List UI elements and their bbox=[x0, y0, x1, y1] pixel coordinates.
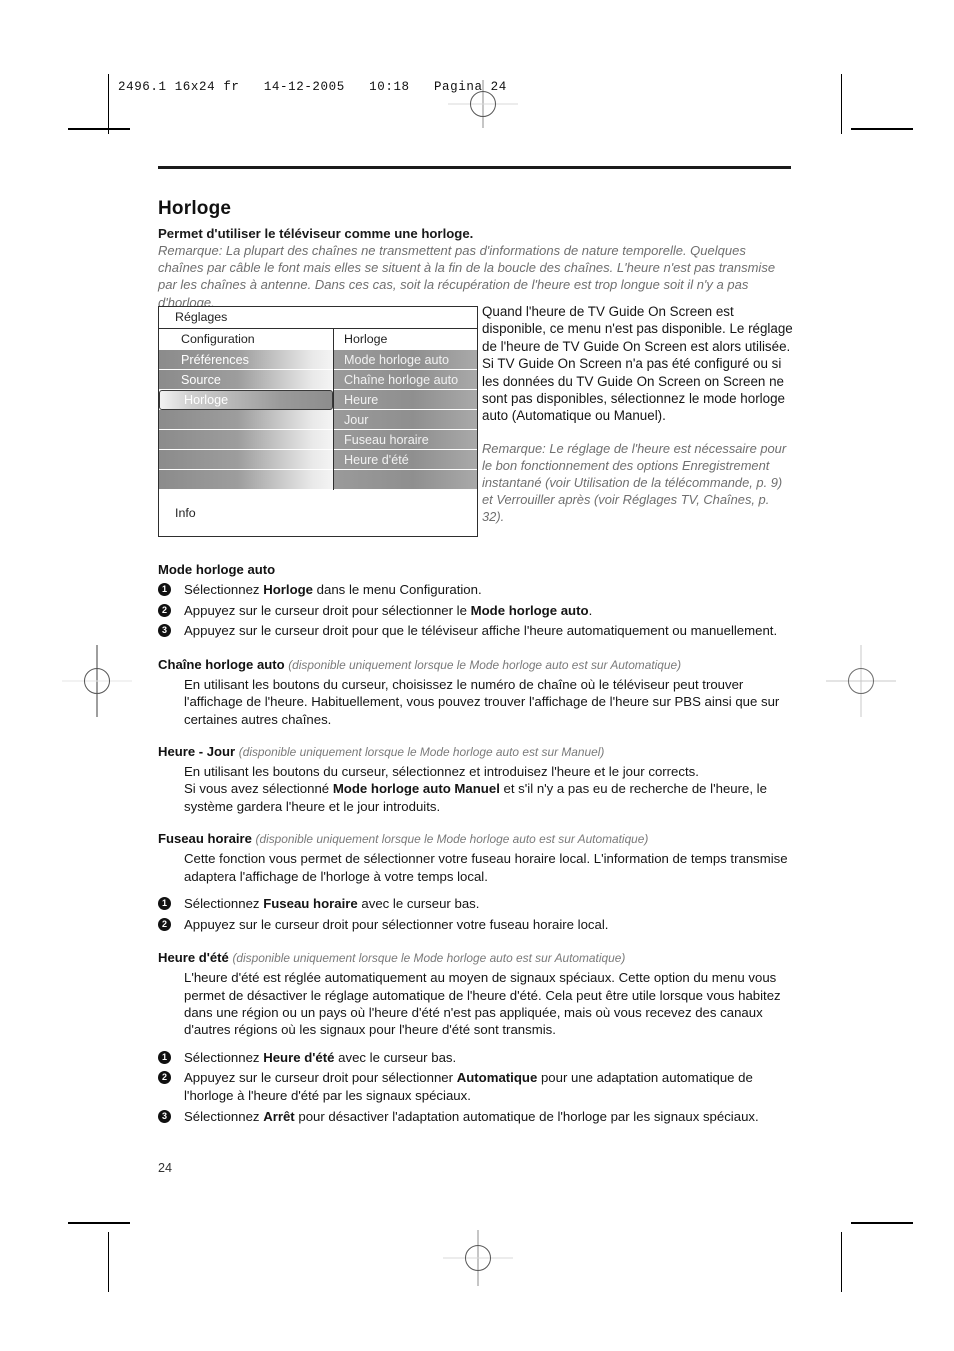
section-fuseau-horaire: Fuseau horaire (disponible uniquement lo… bbox=[158, 831, 798, 933]
section-heading: Fuseau horaire (disponible uniquement lo… bbox=[158, 831, 798, 846]
section-body: Cette fonction vous permet de sélectionn… bbox=[184, 851, 788, 884]
registration-mark-left bbox=[62, 645, 132, 717]
step-item: 2 Appuyez sur le curseur droit pour sélec… bbox=[158, 1069, 798, 1104]
section-chaine-horloge-auto: Chaîne horloge auto (disponible uniqueme… bbox=[158, 657, 798, 728]
step-item: 3 Sélectionnez Arrêt pour désactiver l'ad… bbox=[158, 1108, 798, 1126]
menu-columns: Configuration Préférences Source Horloge H… bbox=[159, 329, 477, 490]
step-number-badge: 2 bbox=[158, 603, 171, 617]
menu-window-title: Réglages bbox=[159, 307, 477, 329]
section-heading-text: Heure d'été bbox=[158, 950, 229, 966]
step-text: Appuyez sur le curseur droit pour sélect… bbox=[184, 1070, 753, 1104]
section-heading: Heure d'été (disponible uniquement lorsq… bbox=[158, 950, 798, 965]
menu-item-source[interactable]: Source bbox=[159, 370, 333, 390]
print-header-rule bbox=[108, 74, 109, 112]
menu-item-empty bbox=[159, 470, 333, 490]
step-text: Sélectionnez Horloge dans le menu Config… bbox=[184, 582, 482, 597]
section-heure-jour: Heure - Jour (disponible uniquement lors… bbox=[158, 744, 798, 815]
step-text: Appuyez sur le curseur droit pour sélect… bbox=[184, 916, 609, 932]
menu-option-jour[interactable]: Jour bbox=[334, 410, 477, 430]
section-heading-note: (disponible uniquement lorsque le Mode h… bbox=[238, 745, 605, 759]
side-remark: Remarque: Le réglage de l'heure est néce… bbox=[482, 440, 787, 524]
menu-info-label: Info bbox=[159, 489, 477, 536]
crop-mark-bottom-left-vertical bbox=[108, 1232, 109, 1292]
menu-left-column-header: Configuration bbox=[159, 329, 333, 350]
menu-option-mode-horloge-auto[interactable]: Mode horloge auto bbox=[334, 350, 477, 370]
section-heure-dete: Heure d'été (disponible uniquement lorsq… bbox=[158, 950, 798, 1125]
menu-item-horloge[interactable]: Horloge bbox=[159, 390, 333, 410]
step-number-badge: 2 bbox=[158, 1071, 171, 1085]
tv-settings-menu-mock: Réglages Configuration Préférences Source… bbox=[158, 306, 478, 537]
section-body: En utilisant les boutons du curseur, sél… bbox=[184, 763, 798, 815]
crop-mark-bottom-right-horizontal bbox=[851, 1222, 913, 1224]
page-subtitle: Permet d'utiliser le téléviseur comme un… bbox=[158, 226, 474, 241]
steps-mode-horloge-auto: 1 Sélectionnez Horloge dans le menu Confi… bbox=[158, 581, 798, 640]
instruction-sections: Mode horloge auto 1 Sélectionnez Horloge … bbox=[158, 562, 798, 1128]
steps-heure-dete: 1 Sélectionnez Heure d'été avec le curseu… bbox=[158, 1049, 798, 1125]
menu-right-items: Mode horloge auto Chaîne horloge auto Heur… bbox=[334, 350, 477, 490]
step-text: Appuyez sur le curseur droit pour que le… bbox=[184, 623, 778, 639]
top-remark-paragraph: Remarque: La plupart des chaînes ne tran… bbox=[158, 243, 776, 310]
title-rule bbox=[158, 166, 791, 169]
step-text: Sélectionnez Heure d'été avec le curseur… bbox=[184, 1049, 457, 1065]
step-item: 2 Appuyez sur le curseur droit pour sélec… bbox=[158, 916, 798, 934]
side-explanation-column: Quand l'heure de TV Guide On Screen est … bbox=[482, 303, 794, 525]
menu-option-cha-ne-horloge-auto[interactable]: Chaîne horloge auto bbox=[334, 370, 477, 390]
menu-left-items: Préférences Source Horloge bbox=[159, 350, 333, 490]
section-body-line-1: En utilisant les boutons du curseur, sél… bbox=[184, 764, 699, 779]
crop-mark-bottom-left-horizontal bbox=[68, 1222, 130, 1224]
crop-mark-top-right-vertical bbox=[841, 74, 842, 134]
menu-option-fuseau-horaire[interactable]: Fuseau horaire bbox=[334, 430, 477, 450]
step-number-badge: 1 bbox=[158, 1050, 171, 1064]
section-heading-text: Chaîne horloge auto bbox=[158, 656, 285, 672]
step-text: Sélectionnez Fuseau horaire avec le curs… bbox=[184, 896, 480, 912]
menu-item-empty bbox=[159, 430, 333, 450]
page-number: 24 bbox=[158, 1161, 173, 1175]
menu-item-empty bbox=[159, 450, 333, 470]
step-item: 2 Appuyez sur le curseur droit pour sélec… bbox=[158, 602, 798, 620]
section-heading-text: Heure - Jour bbox=[158, 744, 236, 759]
menu-option-heure-d-t-[interactable]: Heure d'été bbox=[334, 450, 477, 470]
page-title: Horloge bbox=[158, 198, 232, 219]
section-heading-text: Fuseau horaire bbox=[158, 831, 252, 847]
step-item: 1 Sélectionnez Heure d'été avec le curseu… bbox=[158, 1049, 798, 1067]
side-paragraph: Quand l'heure de TV Guide On Screen est … bbox=[482, 304, 793, 424]
step-number-badge: 1 bbox=[158, 583, 171, 596]
section-heading-note: (disponible uniquement lorsque le Mode h… bbox=[232, 951, 626, 966]
step-number-badge: 3 bbox=[158, 624, 171, 638]
step-item: 3 Appuyez sur le curseur droit pour que l… bbox=[158, 622, 798, 640]
step-number-badge: 3 bbox=[158, 1109, 171, 1123]
steps-fuseau-horaire: 1 Sélectionnez Fuseau horaire avec le cur… bbox=[158, 895, 798, 933]
section-body: L'heure d'été est réglée automatiquement… bbox=[184, 970, 781, 1038]
section-heading: Heure - Jour (disponible uniquement lors… bbox=[158, 744, 798, 759]
section-body-line-2: Si vous avez sélectionné Mode horloge au… bbox=[184, 781, 767, 814]
crop-mark-top-right-horizontal bbox=[851, 128, 913, 130]
section-heading-note: (disponible uniquement lorsque le Mode h… bbox=[255, 832, 649, 847]
print-header-line: 2496.1 16x24 fr 14-12-2005 10:18 Pagina … bbox=[118, 80, 507, 94]
step-item: 1 Sélectionnez Horloge dans le menu Confi… bbox=[158, 581, 798, 599]
section-heading-note: (disponible uniquement lorsque le Mode h… bbox=[288, 657, 682, 672]
step-number-badge: 1 bbox=[158, 897, 171, 911]
crop-mark-bottom-right-vertical bbox=[841, 1232, 842, 1292]
menu-left-column: Configuration Préférences Source Horloge bbox=[159, 329, 333, 490]
menu-item-empty bbox=[159, 410, 333, 430]
step-item: 1 Sélectionnez Fuseau horaire avec le cur… bbox=[158, 895, 798, 913]
menu-right-column: Horloge Mode horloge auto Chaîne horloge … bbox=[333, 329, 477, 490]
section-body: En utilisant les boutons du curseur, cho… bbox=[184, 676, 780, 727]
menu-option-heure[interactable]: Heure bbox=[334, 390, 477, 410]
registration-mark-right bbox=[826, 645, 896, 717]
crop-mark-top-left-horizontal bbox=[68, 128, 130, 130]
menu-right-column-header: Horloge bbox=[334, 329, 477, 350]
menu-item-pr-f-rences[interactable]: Préférences bbox=[159, 350, 333, 370]
section-heading: Mode horloge auto bbox=[158, 562, 276, 577]
menu-option-empty bbox=[334, 470, 477, 490]
section-mode-horloge-auto: Mode horloge auto 1 Sélectionnez Horloge … bbox=[158, 562, 798, 640]
registration-mark-bottom bbox=[443, 1230, 513, 1286]
section-heading: Chaîne horloge auto (disponible uniqueme… bbox=[158, 657, 798, 672]
step-text: Sélectionnez Arrêt pour désactiver l'ada… bbox=[184, 1108, 759, 1124]
step-text: Appuyez sur le curseur droit pour sélect… bbox=[184, 602, 593, 618]
step-number-badge: 2 bbox=[158, 917, 171, 931]
